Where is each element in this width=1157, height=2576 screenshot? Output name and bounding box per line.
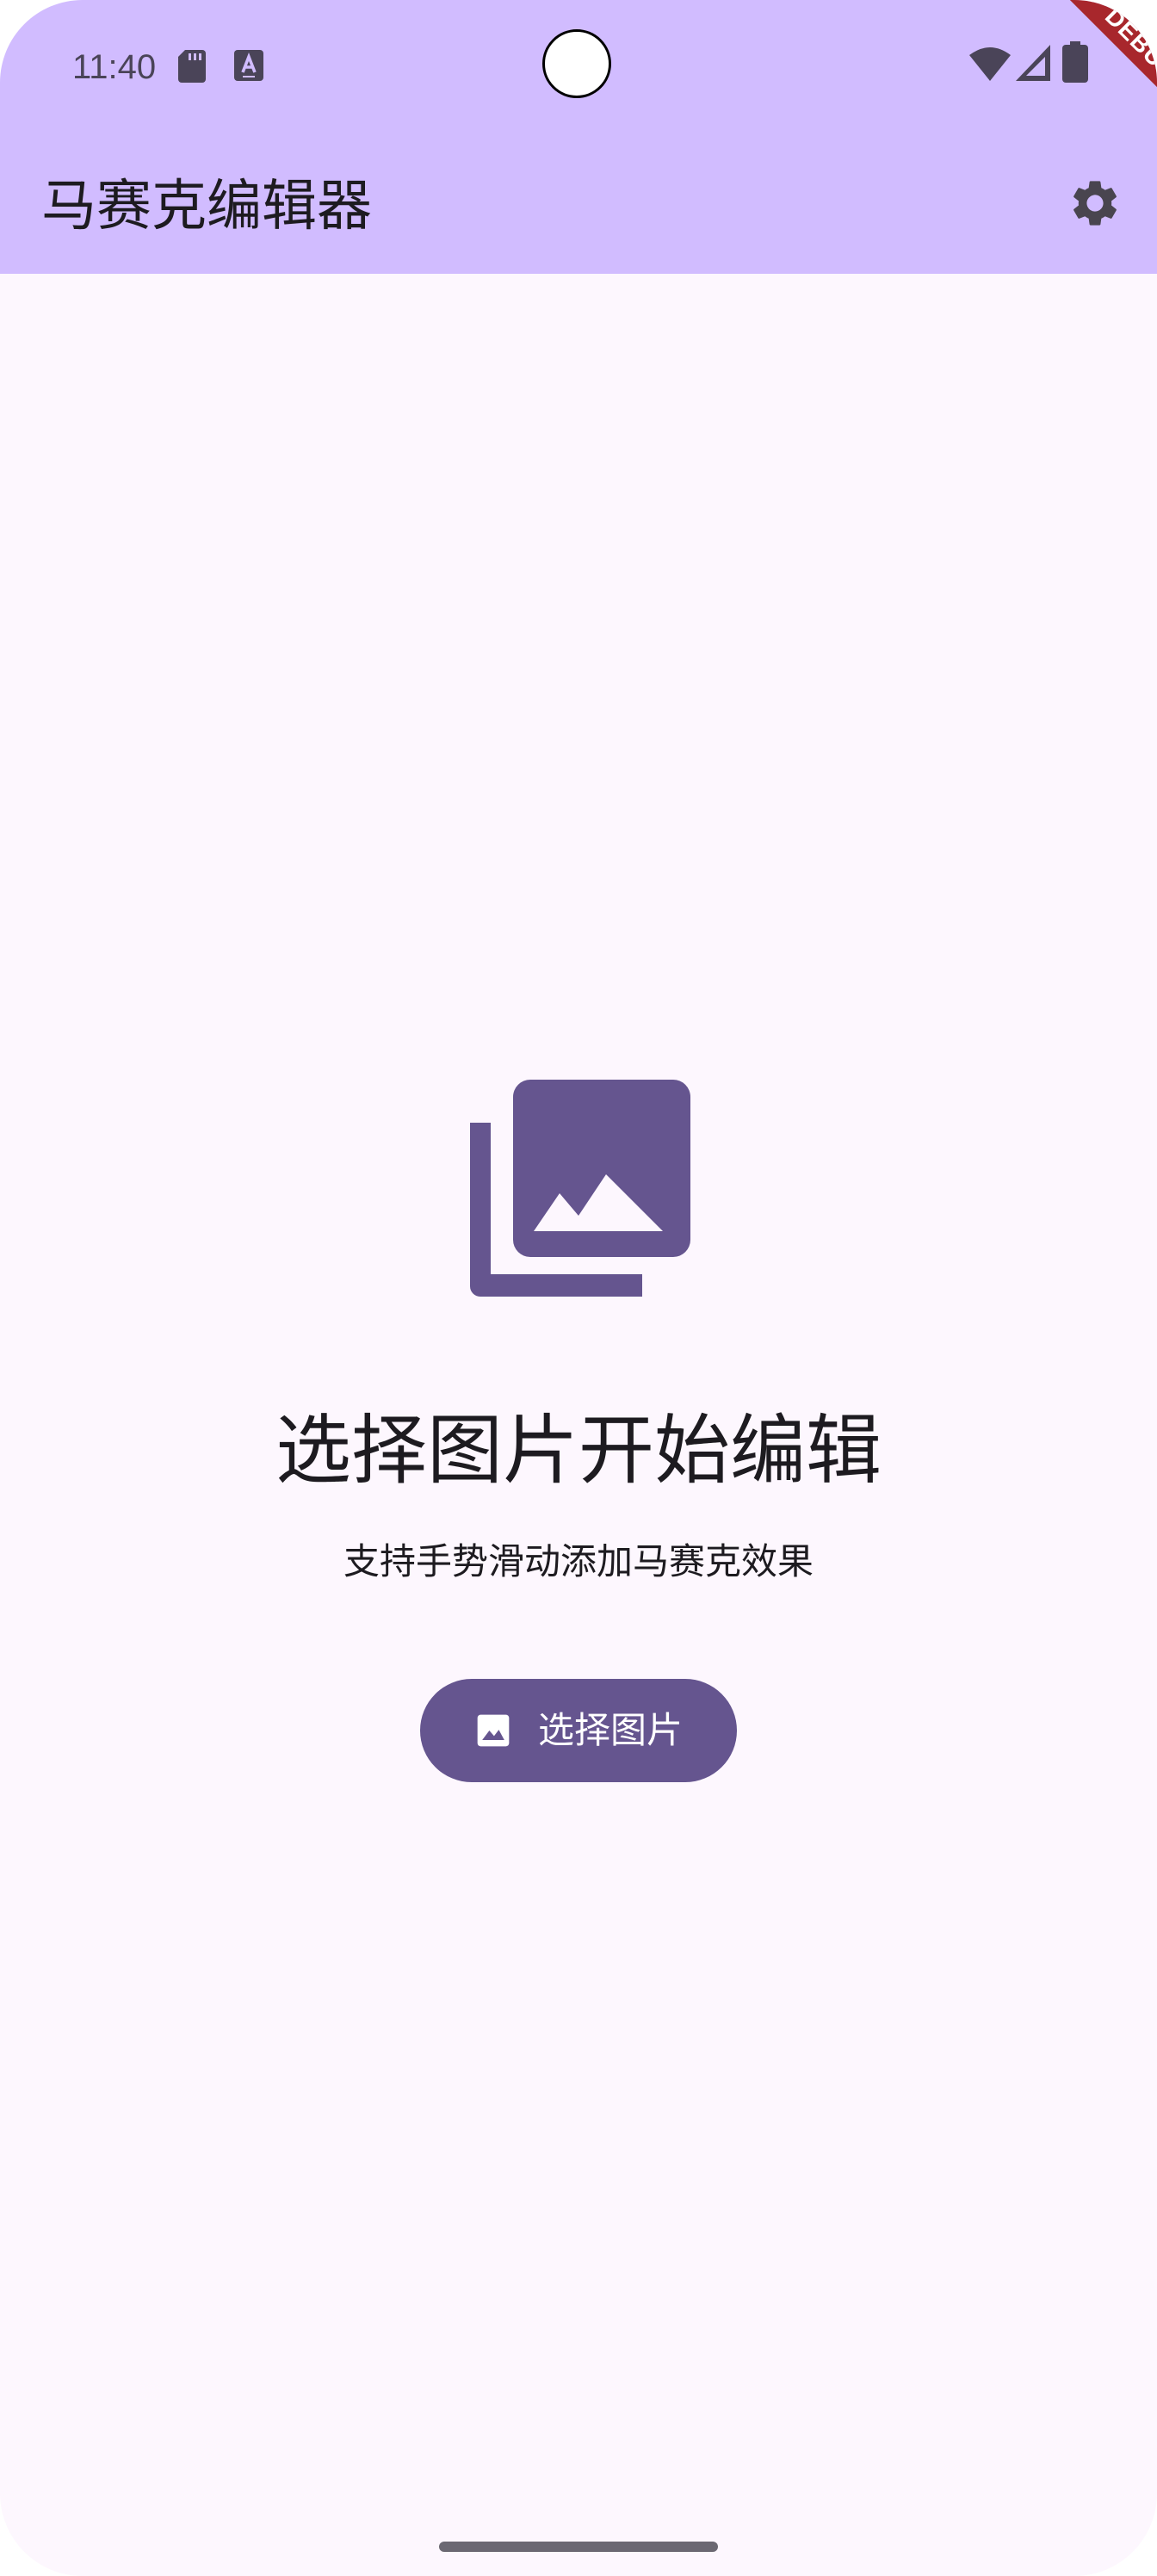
- app-title: 马赛克编辑器: [41, 175, 372, 238]
- settings-icon: [1073, 181, 1117, 226]
- status-time: 11:40: [72, 48, 157, 86]
- debug-banner: DEBUG: [1043, 0, 1157, 144]
- main-heading: 选择图片开始编辑: [275, 1406, 882, 1495]
- app-screen: 11:40 DEBUG 马赛克编辑器 选择图片开始编辑 支持手势滑动添加马赛克效…: [0, 0, 1157, 2576]
- signal-icon: [1016, 45, 1050, 81]
- image-icon: [477, 1714, 510, 1747]
- pick-image-button-label: 选择图片: [537, 1710, 683, 1750]
- camera-cutout: [542, 29, 611, 98]
- sd-card-icon: [178, 50, 206, 83]
- home-indicator[interactable]: [439, 2542, 718, 2552]
- pick-image-button[interactable]: 选择图片: [420, 1679, 737, 1782]
- app-bar: 11:40 DEBUG 马赛克编辑器: [0, 0, 1157, 274]
- main-subtitle: 支持手势滑动添加马赛克效果: [343, 1540, 814, 1582]
- wifi-icon: [969, 47, 1011, 81]
- a-accessibility-icon: [234, 50, 263, 81]
- photo-library-icon: [470, 1080, 690, 1297]
- settings-button[interactable]: [1061, 169, 1129, 238]
- battery-icon: [1062, 41, 1088, 83]
